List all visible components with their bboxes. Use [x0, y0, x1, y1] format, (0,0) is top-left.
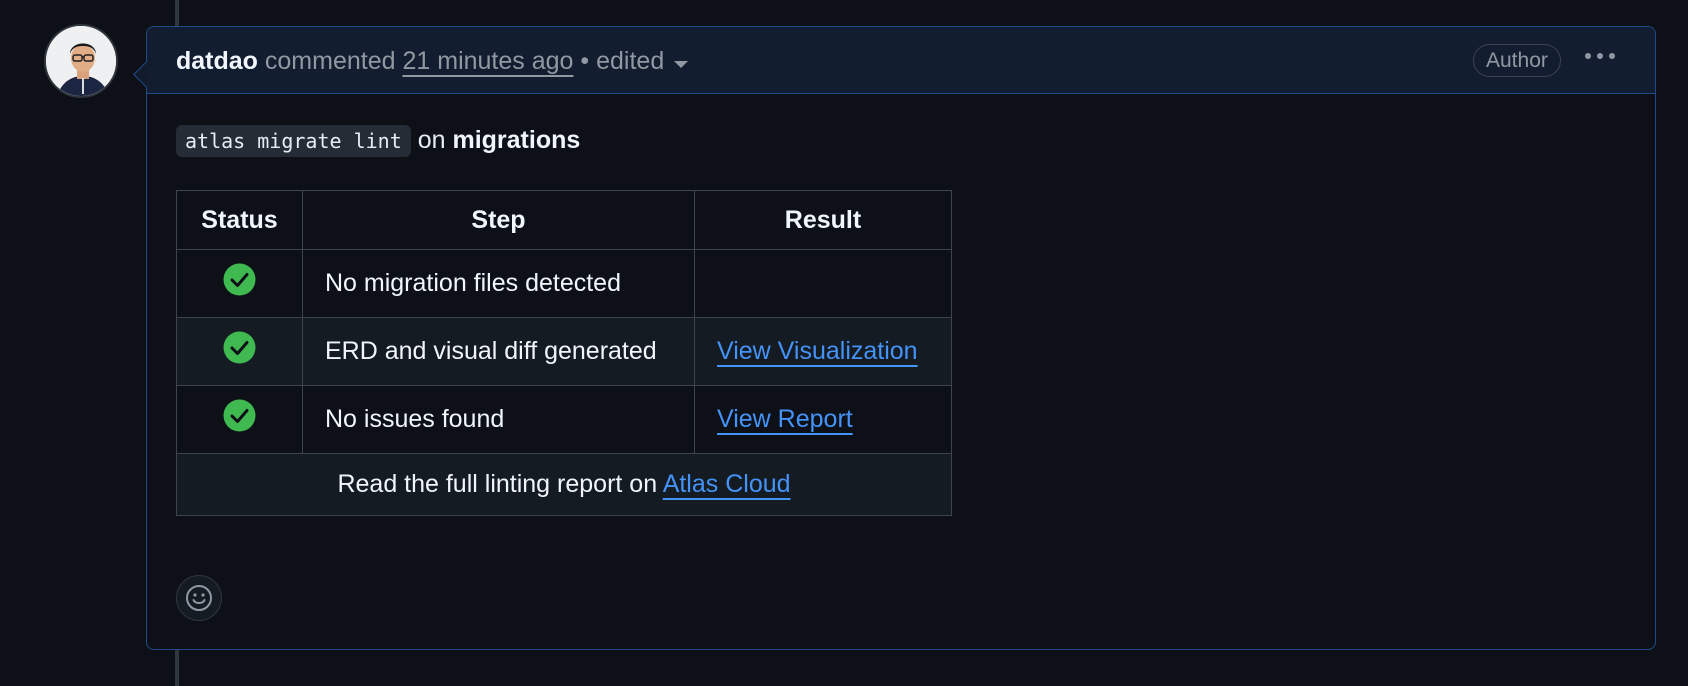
- author-badge: Author: [1473, 44, 1561, 77]
- atlas-cloud-link[interactable]: Atlas Cloud: [663, 470, 791, 498]
- check-circle-icon: [223, 399, 256, 432]
- inline-code: atlas migrate lint: [176, 125, 411, 157]
- header-step: Step: [302, 190, 695, 250]
- kebab-dot-icon: [1609, 53, 1615, 59]
- kebab-dot-icon: [1597, 53, 1603, 59]
- add-reaction-button[interactable]: [176, 575, 222, 621]
- lint-results-table: Status Step Result No migration files de…: [176, 190, 952, 516]
- edited-dropdown[interactable]: edited: [596, 47, 689, 75]
- step-cell: No issues found: [302, 385, 695, 454]
- on-word: on: [417, 126, 446, 154]
- avatar-photo-icon: [46, 26, 116, 96]
- step-cell: ERD and visual diff generated: [302, 317, 695, 386]
- status-cell: [176, 249, 303, 318]
- comment-header: datdao commented 21 minutes ago • edited…: [147, 27, 1655, 94]
- header-status: Status: [176, 190, 303, 250]
- table-header-row: Status Step Result: [176, 190, 952, 250]
- result-cell: [694, 249, 952, 318]
- result-cell: View Report: [694, 385, 952, 454]
- kebab-dot-icon: [1585, 53, 1591, 59]
- view-visualization-link[interactable]: View Visualization: [717, 337, 918, 365]
- target-name: migrations: [452, 126, 581, 154]
- footer-text: Read the full linting report on: [337, 470, 658, 498]
- comment-header-text: datdao commented 21 minutes ago • edited: [176, 45, 689, 77]
- avatar[interactable]: [44, 24, 118, 98]
- step-cell: No migration files detected: [302, 249, 695, 318]
- comment-action: commented: [264, 47, 396, 75]
- comment-body-heading: atlas migrate lint on migrations: [176, 123, 580, 158]
- table-row: No migration files detected: [176, 249, 952, 318]
- caret-down-icon: [674, 60, 689, 68]
- table-row: No issues found View Report: [176, 385, 952, 454]
- result-cell: View Visualization: [694, 317, 952, 386]
- more-options-button[interactable]: [1581, 41, 1619, 71]
- author-name[interactable]: datdao: [176, 47, 258, 75]
- view-report-link[interactable]: View Report: [717, 405, 853, 433]
- footer-cell: Read the full linting report on Atlas Cl…: [176, 453, 952, 516]
- header-result: Result: [694, 190, 952, 250]
- table-row: ERD and visual diff generated View Visua…: [176, 317, 952, 386]
- comment-card: datdao commented 21 minutes ago • edited…: [133, 26, 1656, 650]
- comment-timestamp[interactable]: 21 minutes ago: [402, 47, 573, 75]
- check-circle-icon: [223, 331, 256, 364]
- check-circle-icon: [223, 263, 256, 296]
- separator-dot: •: [580, 47, 590, 75]
- smiley-icon: [186, 585, 212, 611]
- status-cell: [176, 385, 303, 454]
- status-cell: [176, 317, 303, 386]
- table-footer-row: Read the full linting report on Atlas Cl…: [176, 453, 952, 516]
- edited-label: edited: [596, 47, 665, 75]
